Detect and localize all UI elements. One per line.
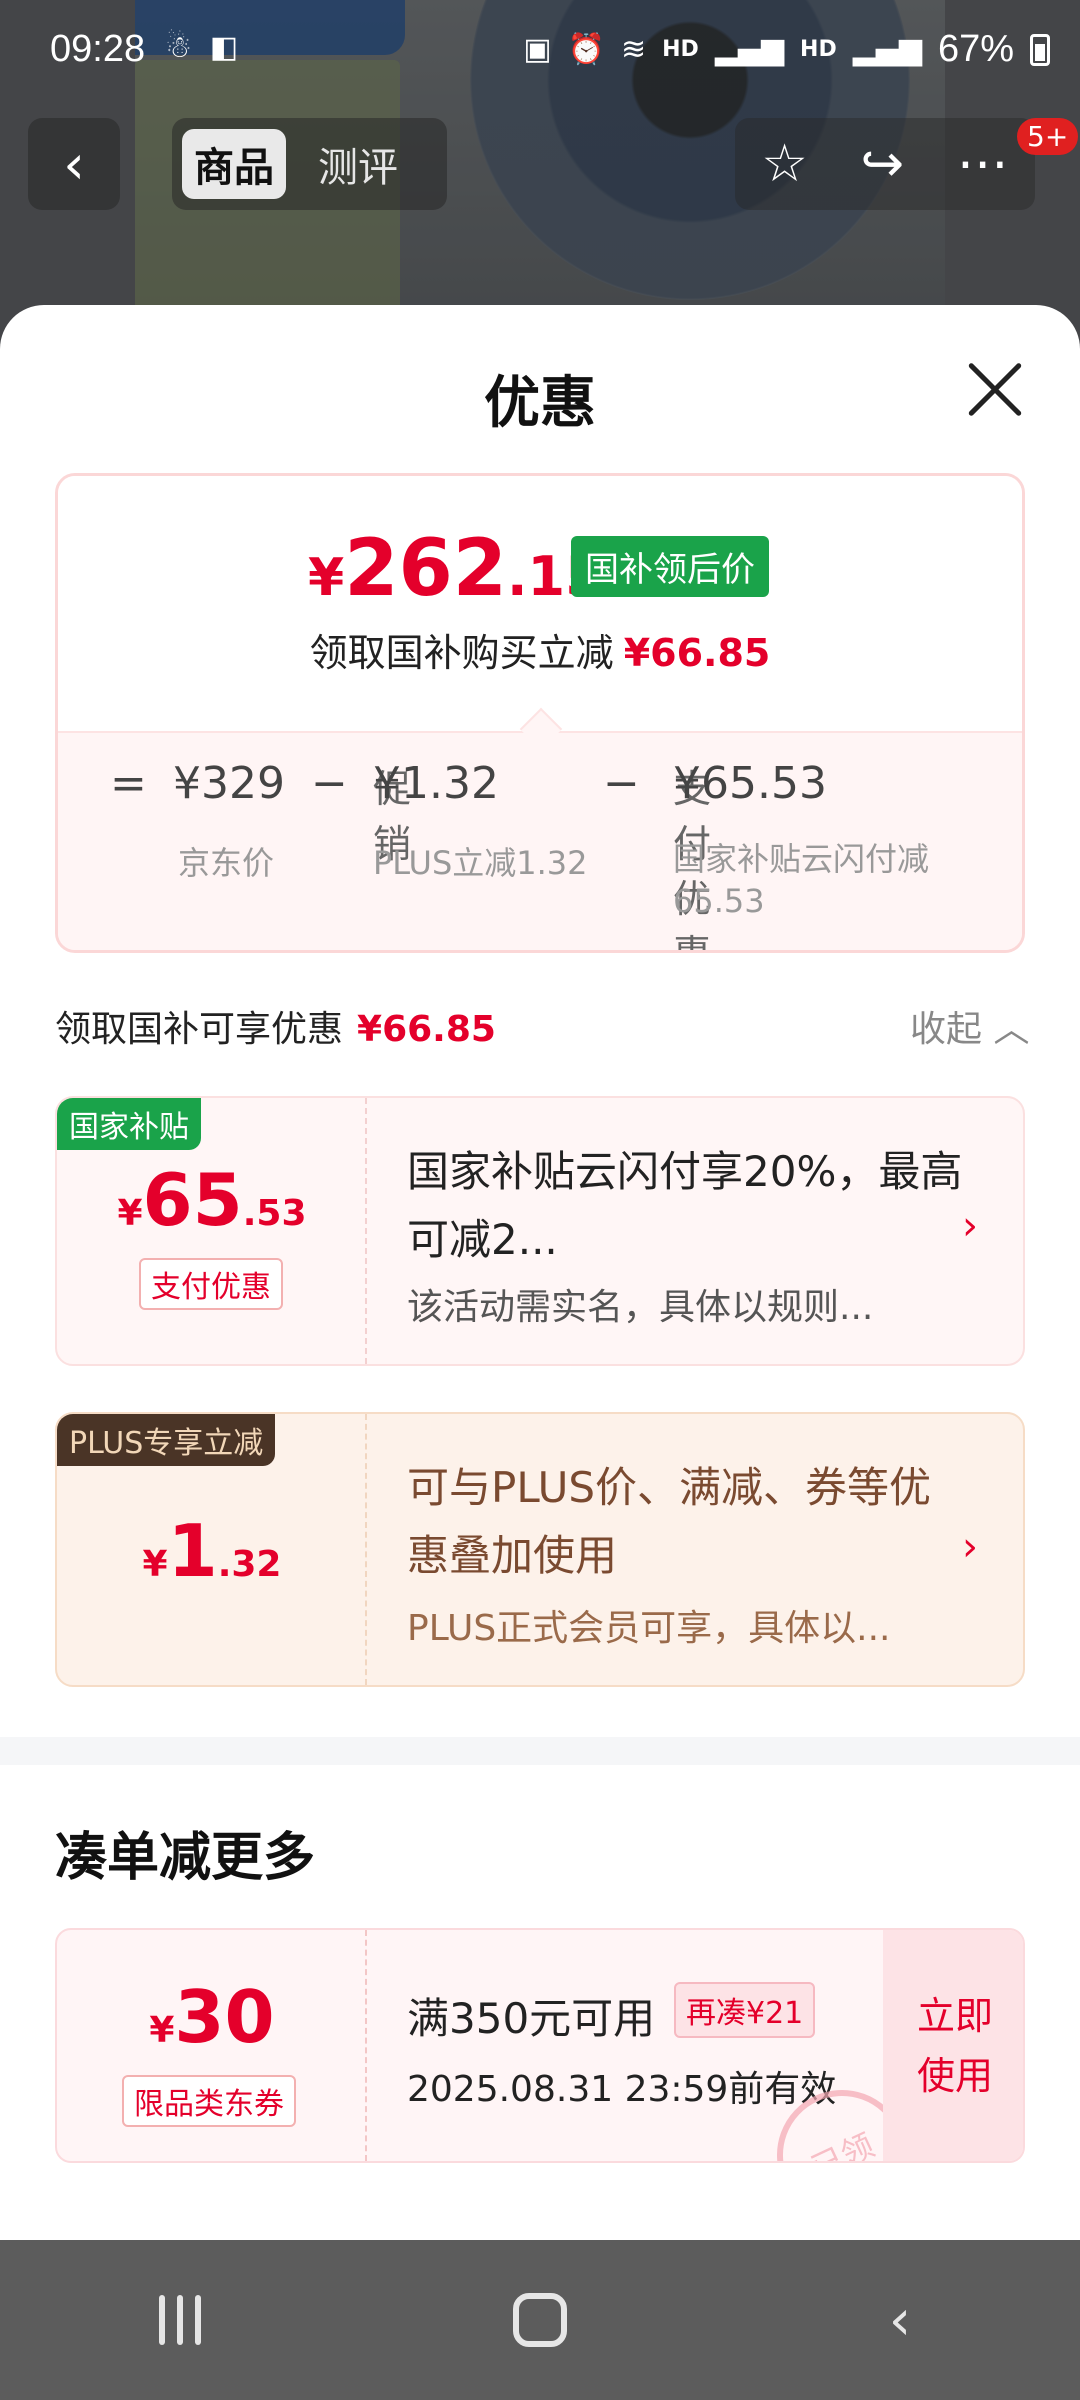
- final-price-currency: ¥: [308, 548, 345, 608]
- subsidy-currency: ¥: [117, 1193, 143, 1234]
- coupon-expire: 2025.08.31 23:59前有效: [407, 2069, 837, 2110]
- status-bar: 09:28 ☃ ◧ ▣ ⏰ ≋ HD ▂▄▆ HD ▂▄▆ 67%: [0, 0, 1080, 100]
- network-hd-label: HD: [662, 37, 699, 62]
- coupon-card: ¥30 限品类东券 满350元可用 再凑¥21 2025.08.31 23:59…: [55, 1928, 1025, 2163]
- price-sub-amount: ¥66.85: [623, 631, 771, 675]
- section-amount: ¥66.85: [357, 1009, 496, 1050]
- signal-icon-2: ▂▄▆: [852, 32, 922, 67]
- plus-tag: PLUS专享立减: [57, 1414, 276, 1466]
- plus-description: 可与PLUS价、满减、券等优惠叠加使用: [407, 1463, 932, 1580]
- chevron-right-icon: ›: [962, 1524, 978, 1570]
- subsidy-amount-panel: 国家补贴 ¥65.53 支付优惠: [57, 1098, 367, 1364]
- alarm-icon: ⏰: [567, 32, 605, 67]
- coupon-amount-panel: ¥30 限品类东券: [57, 1930, 367, 2161]
- price-sub-text: 领取国补购买立减: [309, 631, 614, 675]
- coupon-currency: ¥: [149, 2010, 175, 2051]
- section-title: 领取国补可享优惠: [55, 1009, 344, 1050]
- subsidy-amount: ¥65.53: [57, 1158, 367, 1242]
- sheet-title: 优惠: [484, 371, 596, 436]
- recents-icon: [159, 2295, 201, 2345]
- formula-equals: =: [110, 758, 147, 809]
- payment-chip: 支付优惠: [139, 1258, 283, 1310]
- coupon-condition: 满350元可用: [407, 1994, 656, 2043]
- note-promo: PLUS立减1.32: [373, 844, 588, 882]
- recents-button[interactable]: [120, 2280, 240, 2360]
- note-jd: 京东价: [178, 844, 275, 882]
- tab-product[interactable]: 商品: [182, 129, 286, 199]
- more-section-title: 凑单减更多: [55, 1828, 316, 1888]
- pay-amount: ¥65.53: [673, 758, 827, 809]
- system-back-button[interactable]: ‹: [840, 2280, 960, 2360]
- final-price-integer: 262: [344, 524, 508, 614]
- subsidy-int: 65: [142, 1158, 243, 1242]
- plus-currency: ¥: [142, 1544, 168, 1585]
- plus-amount-panel: PLUS专享立减 ¥1.32: [57, 1414, 367, 1685]
- subsidy-dec: .53: [242, 1193, 307, 1234]
- home-icon: [513, 2293, 567, 2347]
- message-badge: 5+: [1017, 118, 1079, 155]
- status-left-icons: ☃ ◧: [165, 30, 238, 65]
- chevron-right-icon: ›: [962, 1203, 978, 1249]
- collapse-button[interactable]: 收起 ︿: [910, 1000, 1029, 1052]
- system-nav-bar: ‹: [0, 2240, 1080, 2400]
- coupon-int: 30: [174, 1975, 275, 2059]
- price-top: ¥ 262 .15 国补领后价 领取国补购买立减 ¥66.85: [58, 476, 1022, 731]
- plus-note: PLUS正式会员可享，具体以...: [407, 1608, 891, 1649]
- jd-price: ¥329: [173, 758, 285, 809]
- formula-minus-1: −: [311, 758, 348, 809]
- plus-card[interactable]: PLUS专享立减 ¥1.32 可与PLUS价、满减、券等优惠叠加使用 PLUS正…: [55, 1412, 1025, 1687]
- use-now-button[interactable]: 立即使用: [883, 1930, 1023, 2161]
- more-icon[interactable]: ⋯: [957, 134, 1009, 194]
- coupon-type-chip: 限品类东券: [122, 2075, 296, 2127]
- home-button[interactable]: [480, 2280, 600, 2360]
- tab-review[interactable]: 测评: [306, 129, 410, 199]
- discount-section-header: 领取国补可享优惠 ¥66.85: [55, 1000, 496, 1052]
- coupon-amount: ¥30: [57, 1975, 367, 2059]
- plus-amount: ¥1.32: [57, 1509, 367, 1593]
- final-price: ¥ 262 .15: [308, 524, 603, 614]
- notification-icon: ☃: [165, 30, 192, 65]
- subsidy-note: 该活动需实名，具体以规则...: [407, 1287, 874, 1328]
- plus-dec: .32: [217, 1544, 282, 1585]
- section-divider: [0, 1737, 1080, 1765]
- app-notification-icon: ◧: [209, 30, 239, 65]
- share-icon[interactable]: ↪: [861, 134, 905, 194]
- discount-sheet: 优惠 ¥ 262 .15 国补领后价 领取国补购买立减 ¥66.85 = ¥329…: [0, 305, 1080, 2240]
- battery-icon: [1030, 33, 1050, 66]
- subsidy-tag: 国家补贴: [57, 1098, 201, 1150]
- price-summary-card: ¥ 262 .15 国补领后价 领取国补购买立减 ¥66.85 = ¥329 − …: [55, 473, 1025, 953]
- star-icon[interactable]: ☆: [761, 134, 808, 194]
- wifi-icon: ≋: [620, 32, 647, 67]
- collapse-label: 收起: [910, 1009, 983, 1050]
- status-time: 09:28: [50, 28, 146, 70]
- promo-amount: ¥1.32: [373, 758, 499, 809]
- close-icon[interactable]: [965, 359, 1025, 419]
- subsidy-description: 国家补贴云闪付享20%，最高可减2...: [407, 1147, 963, 1264]
- battery-percent: 67%: [937, 28, 1014, 70]
- back-icon: ‹: [888, 2287, 912, 2353]
- subsidy-card[interactable]: 国家补贴 ¥65.53 支付优惠 国家补贴云闪付享20%，最高可减2... 该活…: [55, 1096, 1025, 1366]
- price-formula: = ¥329 − 促销 ¥1.32 − 支付优惠 ¥65.53: [58, 758, 1022, 950]
- plus-int: 1: [167, 1509, 218, 1593]
- formula-minus-2: −: [603, 758, 640, 809]
- price-tag: 国补领后价: [571, 536, 769, 597]
- product-actions: ☆ ↪ ⋯: [735, 118, 1035, 210]
- network-hd-label-2: HD: [800, 37, 837, 62]
- chevron-left-icon: ‹: [63, 132, 85, 196]
- price-sub: 领取国补购买立减 ¥66.85: [58, 622, 1022, 677]
- product-tabs: 商品 测评: [172, 118, 447, 210]
- battery-saver-icon: ▣: [523, 32, 552, 67]
- coupon-extra-tag: 再凑¥21: [674, 1982, 816, 2038]
- price-breakdown: = ¥329 − 促销 ¥1.32 − 支付优惠 ¥65.53 京东价 PLUS…: [58, 731, 1022, 950]
- note-pay: 国家补贴云闪付减65.53: [673, 840, 930, 920]
- back-button[interactable]: ‹: [28, 118, 120, 210]
- status-right-icons: ▣ ⏰ ≋ HD ▂▄▆ HD ▂▄▆ 67%: [523, 28, 1050, 71]
- chevron-up-icon: ︿: [993, 1009, 1030, 1050]
- signal-icon: ▂▄▆: [714, 32, 785, 67]
